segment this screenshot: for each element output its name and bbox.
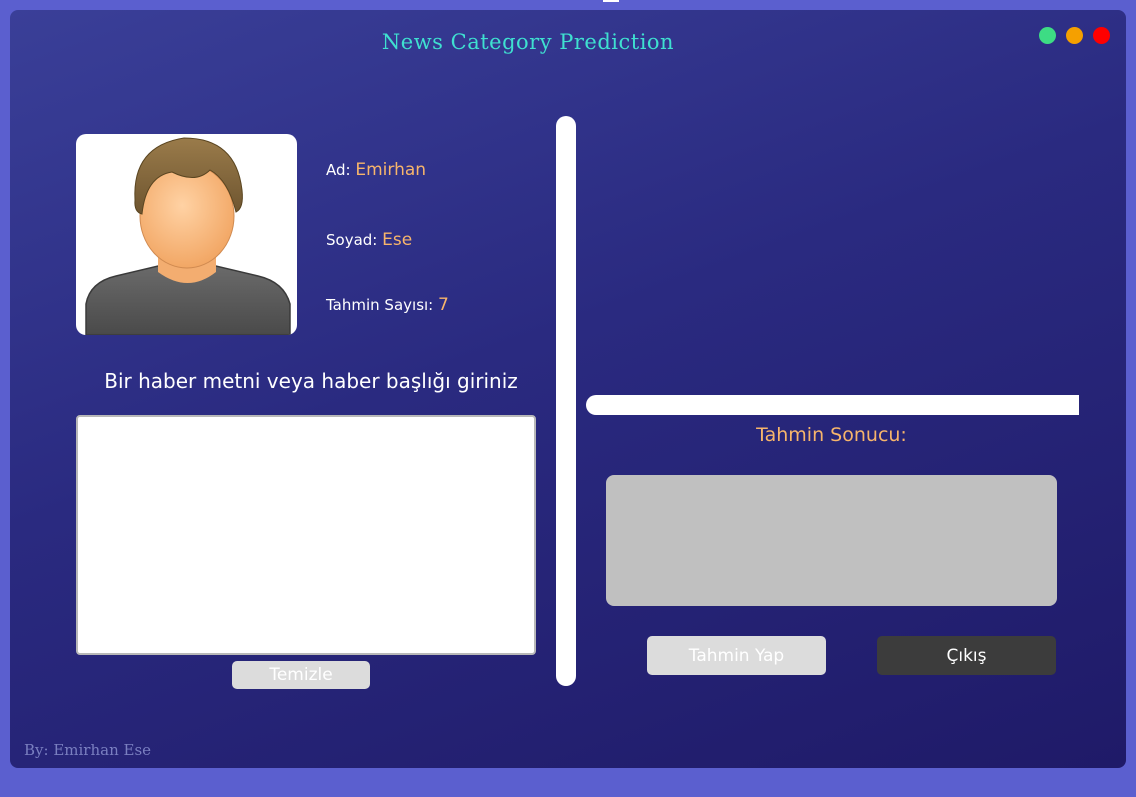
last-name-value: Ese xyxy=(382,230,413,250)
first-name-row: Ad: Emirhan xyxy=(326,160,426,180)
prediction-count-label: Tahmin Sayısı: xyxy=(326,296,434,314)
minimize-button[interactable] xyxy=(1066,27,1083,44)
top-edge-marker xyxy=(603,0,619,2)
footer-credit: By: Emirhan Ese xyxy=(24,741,152,759)
maximize-button[interactable] xyxy=(1039,27,1056,44)
first-name-label: Ad: xyxy=(326,161,351,179)
news-text-input[interactable] xyxy=(76,415,536,655)
window-title: News Category Prediction xyxy=(381,30,675,54)
app-window: News Category Prediction Ad: Emirhan Soy… xyxy=(10,10,1126,768)
predict-button[interactable]: Tahmin Yap xyxy=(647,636,826,675)
close-button[interactable] xyxy=(1093,27,1110,44)
clear-button[interactable]: Temizle xyxy=(232,661,370,689)
result-display xyxy=(606,475,1057,606)
result-label: Tahmin Sonucu: xyxy=(756,424,907,446)
first-name-value: Emirhan xyxy=(355,160,427,180)
exit-button[interactable]: Çıkış xyxy=(877,636,1056,675)
desktop-background: News Category Prediction Ad: Emirhan Soy… xyxy=(0,0,1136,797)
vertical-divider xyxy=(556,116,576,686)
horizontal-divider xyxy=(586,395,1079,415)
user-avatar-icon xyxy=(76,134,297,335)
last-name-label: Soyad: xyxy=(326,231,378,249)
input-prompt: Bir haber metni veya haber başlığı girin… xyxy=(104,369,518,393)
last-name-row: Soyad: Ese xyxy=(326,230,412,250)
prediction-count-row: Tahmin Sayısı: 7 xyxy=(326,295,449,315)
user-avatar-graphic xyxy=(85,137,291,335)
prediction-count-value: 7 xyxy=(438,295,449,315)
